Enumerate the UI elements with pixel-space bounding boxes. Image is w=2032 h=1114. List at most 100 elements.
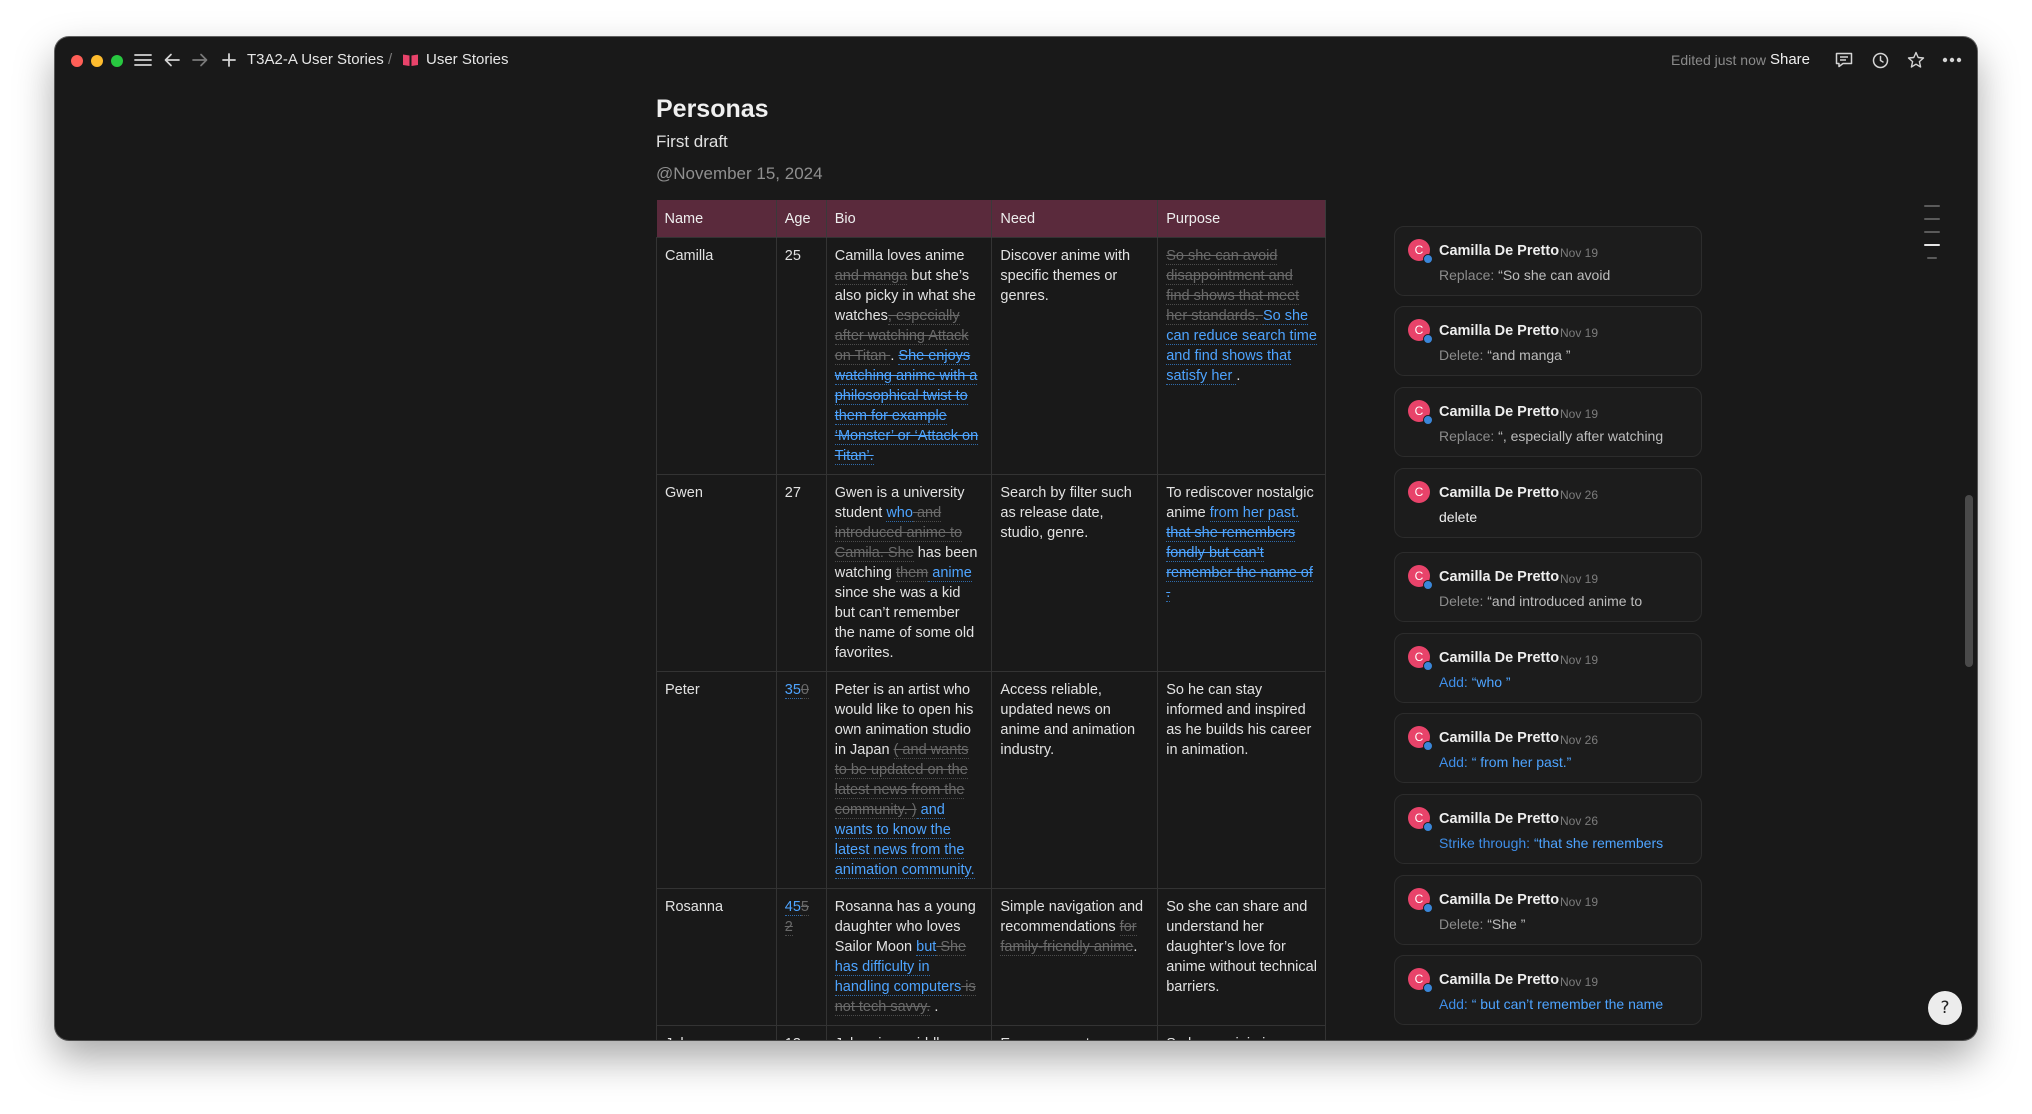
comment-body: Add: “ from her past.” (1439, 754, 1571, 770)
cell-name[interactable]: Gwen (656, 474, 777, 672)
comment-date: Nov 19 (1560, 572, 1599, 586)
added-text: anime (928, 565, 972, 582)
comment-date: Nov 19 (1560, 895, 1599, 909)
comment-card[interactable]: C Camilla De Pretto Nov 19 Replace: “So … (1394, 226, 1702, 296)
page-subtitle: First draft (656, 132, 728, 151)
table-row: Rosanna 455 2 Rosanna has a young daught… (656, 888, 1326, 1026)
edit-badge-icon (1423, 822, 1433, 832)
comment-body: Delete: “and manga ” (1439, 347, 1571, 363)
comment-card[interactable]: C Camilla De Pretto Nov 26 Strike throug… (1394, 794, 1702, 864)
comment-card[interactable]: C Camilla De Pretto Nov 19 Add: “ but ca… (1394, 955, 1702, 1025)
cell-age[interactable]: 350 (775, 671, 827, 889)
cell-need[interactable]: Access reliable, updated news on anime a… (991, 671, 1159, 889)
comment-card[interactable]: C Camilla De Pretto Nov 26 Add: “ from h… (1394, 713, 1702, 783)
cell-bio[interactable]: Gwen is a university student who and int… (825, 474, 993, 672)
personas-table: Name Age Bio Need Purpose Camilla 25 Cam… (656, 200, 1326, 1040)
cell-need[interactable]: Search by filter such as release date, s… (991, 474, 1159, 672)
comment-kind: Delete: (1439, 593, 1484, 609)
cell-bio[interactable]: Rosanna has a young daughter who loves S… (825, 888, 993, 1026)
clock-icon[interactable] (1867, 47, 1893, 73)
comment-body: Strike through: “that she remembers (1439, 835, 1663, 851)
cell-need[interactable]: Simple navigation and recommendations fo… (991, 888, 1159, 1026)
cell-purpose[interactable]: To rediscover nostalgic anime from her p… (1157, 474, 1326, 672)
date-mention[interactable]: @November 15, 2024 (656, 164, 823, 184)
breadcrumb-workspace[interactable]: T3A2-A User Stories (247, 51, 384, 68)
comment-author: Camilla De Pretto (1439, 243, 1560, 259)
cell-age[interactable]: 13 (775, 1025, 827, 1040)
comment-author: Camilla De Pretto (1439, 650, 1560, 666)
comment-kind: Replace: (1439, 267, 1495, 283)
edit-badge-icon (1423, 334, 1433, 344)
column-header-purpose[interactable]: Purpose (1157, 200, 1326, 238)
scrollbar-thumb[interactable] (1965, 495, 1973, 667)
outline-mark-active (1924, 244, 1940, 246)
comment-date: Nov 26 (1560, 733, 1599, 747)
cell-bio[interactable]: Camilla loves anime and manga but she’s … (825, 237, 993, 475)
column-header-need[interactable]: Need (991, 200, 1159, 238)
comment-body: Replace: “So she can avoid (1439, 267, 1610, 283)
edit-badge-icon (1423, 983, 1433, 993)
forward-arrow-icon[interactable] (187, 47, 213, 73)
back-arrow-icon[interactable] (159, 47, 185, 73)
cell-purpose[interactable]: So she can avoid disappointment and find… (1157, 237, 1326, 475)
deleted-text: 2 (784, 919, 793, 936)
cell-age[interactable]: 27 (775, 474, 827, 672)
comment-card[interactable]: C Camilla De Pretto Nov 26 delete (1394, 468, 1702, 538)
comment-author: Camilla De Pretto (1439, 972, 1560, 988)
comment-kind: Add: (1439, 754, 1468, 770)
maximize-window-button[interactable] (111, 55, 123, 67)
edit-badge-icon (1423, 661, 1433, 671)
breadcrumb-page[interactable]: User Stories (426, 51, 509, 68)
table-row: Johan 13 Johan is a middle- Easy access … (656, 1025, 1326, 1040)
app-window: T3A2-A User Stories / User Stories Edite… (55, 37, 1977, 1040)
comment-body: delete (1439, 509, 1477, 525)
cell-purpose[interactable]: So he can stay informed and inspired as … (1157, 671, 1326, 889)
cell-need[interactable]: Easy access to (991, 1025, 1159, 1040)
close-window-button[interactable] (71, 55, 83, 67)
star-icon[interactable] (1903, 47, 1929, 73)
column-header-bio[interactable]: Bio (826, 200, 993, 238)
text: since she was a kid but can’t remember t… (834, 585, 975, 661)
comments-icon[interactable] (1831, 47, 1857, 73)
help-icon[interactable]: ? (1928, 991, 1962, 1025)
comment-kind: Add: (1439, 996, 1468, 1012)
column-header-name[interactable]: Name (656, 200, 777, 238)
plus-icon[interactable] (216, 47, 242, 73)
comment-card[interactable]: C Camilla De Pretto Nov 19 Delete: “and … (1394, 306, 1702, 376)
column-header-age[interactable]: Age (776, 200, 827, 238)
sidebar-toggle-icon[interactable] (130, 47, 156, 73)
table-of-contents-indicator[interactable] (1924, 205, 1940, 270)
cell-bio[interactable]: Peter is an artist who would like to ope… (825, 671, 993, 889)
comment-author: Camilla De Pretto (1439, 730, 1560, 746)
added-text: but (916, 939, 937, 956)
more-icon[interactable] (1939, 47, 1965, 73)
minimize-window-button[interactable] (91, 55, 103, 67)
text: Camilla loves anime (834, 248, 965, 264)
cell-name[interactable]: Peter (656, 671, 777, 889)
cell-name[interactable]: Camilla (656, 237, 777, 475)
comment-card[interactable]: C Camilla De Pretto Nov 19 Delete: “She … (1394, 875, 1702, 945)
comment-kind: Replace: (1439, 428, 1495, 444)
cell-name[interactable]: Johan (656, 1025, 777, 1040)
comment-card[interactable]: C Camilla De Pretto Nov 19 Replace: “, e… (1394, 387, 1702, 457)
cell-name[interactable]: Rosanna (656, 888, 777, 1026)
edit-badge-icon (1423, 580, 1433, 590)
cell-purpose[interactable]: So he can join in (1157, 1025, 1326, 1040)
comment-body: Add: “ but can’t remember the name (1439, 996, 1663, 1012)
comment-card[interactable]: C Camilla De Pretto Nov 19 Delete: “and … (1394, 552, 1702, 622)
comment-card[interactable]: C Camilla De Pretto Nov 19 Add: “who ” (1394, 633, 1702, 703)
cell-bio[interactable]: Johan is a middle- (825, 1025, 993, 1040)
share-button[interactable]: Share (1770, 51, 1810, 68)
cell-need[interactable]: Discover anime with specific themes or g… (991, 237, 1159, 475)
comment-author: Camilla De Pretto (1439, 569, 1560, 585)
cell-purpose[interactable]: So she can share and understand her daug… (1157, 888, 1326, 1026)
title-bar: T3A2-A User Stories / User Stories Edite… (55, 37, 1977, 85)
deleted-text: 5 (800, 899, 809, 916)
outline-mark (1924, 231, 1940, 233)
cell-age[interactable]: 455 2 (775, 888, 827, 1026)
cell-age[interactable]: 25 (775, 237, 827, 475)
comment-text: “who ” (1467, 674, 1511, 690)
comment-kind: Delete: (1439, 347, 1484, 363)
comment-author: Camilla De Pretto (1439, 404, 1560, 420)
comment-date: Nov 26 (1560, 814, 1599, 828)
